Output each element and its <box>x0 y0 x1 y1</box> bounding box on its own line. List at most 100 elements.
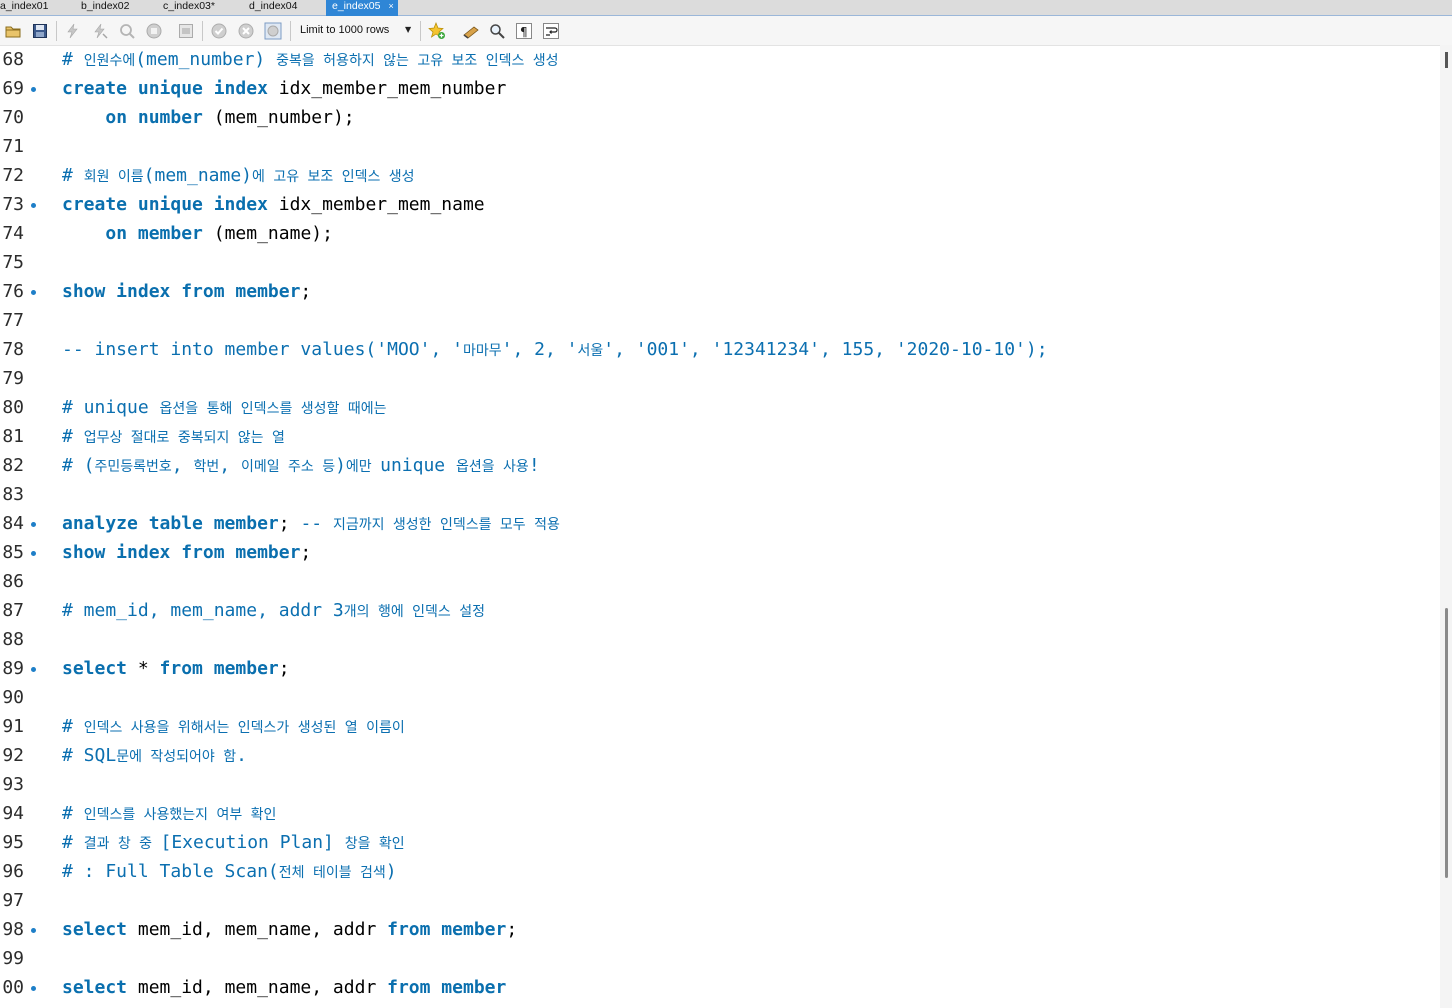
tab-b-index02[interactable]: b_index02 <box>81 0 129 15</box>
toolbar-separator <box>290 21 291 41</box>
code-line[interactable]: 96 # : Full Table Scan(전체 테이블 검색) <box>0 857 1440 886</box>
code-comment: # : Full Table Scan( <box>62 861 279 882</box>
code-line[interactable]: 73 create unique index idx_member_mem_nam… <box>0 190 1440 219</box>
tab-c-index03[interactable]: c_index03* <box>163 0 215 15</box>
code-line[interactable]: 00 select mem_id, mem_name, addr from mem… <box>0 973 1440 1002</box>
code-comment: 주민등록번호 <box>94 459 172 475</box>
code-comment: 창을 확인 <box>344 836 405 852</box>
tab-e-index05[interactable]: e_index05 × <box>326 0 398 16</box>
code-comment: unique <box>380 455 456 476</box>
scrollbar-thumb[interactable] <box>1445 608 1448 878</box>
code-token: ; <box>278 658 290 679</box>
code-token: (mem_name); <box>202 223 333 244</box>
statement-marker-icon <box>31 87 36 92</box>
code-comment: # <box>62 426 84 447</box>
code-text: select * from member; <box>62 654 290 683</box>
code-line[interactable]: 68 # 인원수에(mem_number) 중복을 허용하지 않는 고유 보조 인… <box>0 45 1440 74</box>
code-line[interactable]: 92 # SQL문에 작성되어야 함. <box>0 741 1440 770</box>
code-line[interactable]: 91 # 인덱스 사용을 위해서는 인덱스가 생성된 열 이름이 <box>0 712 1440 741</box>
toolbar-separator <box>420 21 421 41</box>
line-number: 93 <box>2 774 24 795</box>
code-comment: , <box>219 455 241 476</box>
code-text: # 인덱스를 사용했는지 여부 확인 <box>62 799 276 830</box>
open-file-icon[interactable] <box>5 23 21 39</box>
code-text: on number (mem_number); <box>62 103 354 132</box>
code-line[interactable]: 69 create unique index idx_member_mem_num… <box>0 74 1440 103</box>
code-comment: # SQL <box>62 745 117 766</box>
code-line[interactable]: 82 # (주민등록번호, 학번, 이메일 주소 등)에만 unique 옵션을 … <box>0 451 1440 480</box>
beautify-icon[interactable] <box>428 22 445 39</box>
sql-keyword: on number <box>105 107 203 128</box>
code-comment: 이메일 주소 등 <box>240 459 336 475</box>
code-token: mem_id, mem_name, addr <box>127 977 388 998</box>
code-comment: 인덱스 사용을 위해서는 인덱스가 생성된 열 이름이 <box>83 720 405 736</box>
code-line[interactable]: 74 on member (mem_name); <box>0 219 1440 248</box>
close-tab-icon[interactable]: × <box>388 1 393 11</box>
code-line[interactable]: 93 <box>0 770 1440 799</box>
limit-rows-select[interactable]: Limit to 1000 rows <box>300 24 389 36</box>
tab-d-index04[interactable]: d_index04 <box>249 0 297 15</box>
editor-tab-bar: a_index01 b_index02 c_index03* d_index04… <box>0 0 1452 16</box>
code-comment: # <box>62 165 84 186</box>
code-token: ; <box>300 542 312 563</box>
code-line[interactable]: 94 # 인덱스를 사용했는지 여부 확인 <box>0 799 1440 828</box>
code-line[interactable]: 99 <box>0 944 1440 973</box>
code-line[interactable]: 97 <box>0 886 1440 915</box>
line-number: 78 <box>2 339 24 360</box>
explain-icon[interactable] <box>119 23 135 39</box>
code-line[interactable]: 83 <box>0 480 1440 509</box>
code-comment: 업무상 절대로 중복되지 않는 열 <box>83 430 285 446</box>
invisible-chars-icon[interactable]: ¶ <box>516 23 532 39</box>
code-line[interactable]: 85 show index from member; <box>0 538 1440 567</box>
code-line[interactable]: 70 on number (mem_number); <box>0 103 1440 132</box>
code-line[interactable]: 89 select * from member; <box>0 654 1440 683</box>
commit-icon[interactable] <box>211 23 227 39</box>
tab-a-index01[interactable]: a_index01 <box>0 0 48 15</box>
wrap-lines-icon[interactable] <box>543 23 559 39</box>
code-token: * <box>127 658 160 679</box>
code-line[interactable]: 81 # 업무상 절대로 중복되지 않는 열 <box>0 422 1440 451</box>
chevron-down-icon[interactable]: ▼ <box>405 25 411 34</box>
code-line[interactable]: 78 -- insert into member values('MOO', '마… <box>0 335 1440 364</box>
code-text: # 인원수에(mem_number) 중복을 허용하지 않는 고유 보조 인덱스… <box>62 45 559 76</box>
code-line[interactable]: 98 select mem_id, mem_name, addr from mem… <box>0 915 1440 944</box>
code-line[interactable]: 95 # 결과 창 중 [Execution Plan] 창을 확인 <box>0 828 1440 857</box>
code-comment: -- <box>300 513 333 534</box>
code-comment: ) <box>385 861 397 882</box>
code-line[interactable]: 80 # unique 옵션을 통해 인덱스를 생성할 때에는 <box>0 393 1440 422</box>
brush-icon[interactable] <box>462 23 479 39</box>
code-line[interactable]: 79 <box>0 364 1440 393</box>
sql-code-editor[interactable]: 68 # 인원수에(mem_number) 중복을 허용하지 않는 고유 보조 인… <box>0 45 1440 1008</box>
code-line[interactable]: 76 show index from member; <box>0 277 1440 306</box>
code-line[interactable]: 88 <box>0 625 1440 654</box>
code-line[interactable]: 71 <box>0 132 1440 161</box>
vertical-scrollbar[interactable] <box>1440 45 1452 1008</box>
statement-marker-icon <box>31 203 36 208</box>
code-comment: 인덱스를 사용했는지 여부 확인 <box>83 807 277 823</box>
code-line[interactable]: 86 <box>0 567 1440 596</box>
code-line[interactable]: 87 # mem_id, mem_name, addr 3개의 행에 인덱스 설정 <box>0 596 1440 625</box>
statement-marker-icon <box>31 986 36 991</box>
line-number: 94 <box>2 803 24 824</box>
execute-current-icon[interactable] <box>92 23 108 39</box>
code-line[interactable]: 75 <box>0 248 1440 277</box>
code-line[interactable]: 77 <box>0 306 1440 335</box>
execute-icon[interactable] <box>65 23 81 39</box>
code-text: on member (mem_name); <box>62 219 333 248</box>
code-line[interactable]: 84 analyze table member; -- 지금까지 생성한 인덱스를… <box>0 509 1440 538</box>
autocommit-icon[interactable] <box>264 22 282 40</box>
code-comment: 결과 창 중 <box>83 836 161 852</box>
toggle-result-icon[interactable] <box>178 23 194 39</box>
code-comment: # <box>62 803 84 824</box>
save-icon[interactable] <box>32 23 48 39</box>
stop-icon[interactable] <box>146 23 162 39</box>
code-line[interactable]: 72 # 회원 이름(mem_name)에 고유 보조 인덱스 생성 <box>0 161 1440 190</box>
toolbar-separator <box>202 21 203 41</box>
rollback-icon[interactable] <box>238 23 254 39</box>
find-icon[interactable] <box>489 23 505 39</box>
line-number: 72 <box>2 165 24 186</box>
code-line[interactable]: 90 <box>0 683 1440 712</box>
code-comment: ! <box>528 455 540 476</box>
line-number: 82 <box>2 455 24 476</box>
line-number: 81 <box>2 426 24 447</box>
